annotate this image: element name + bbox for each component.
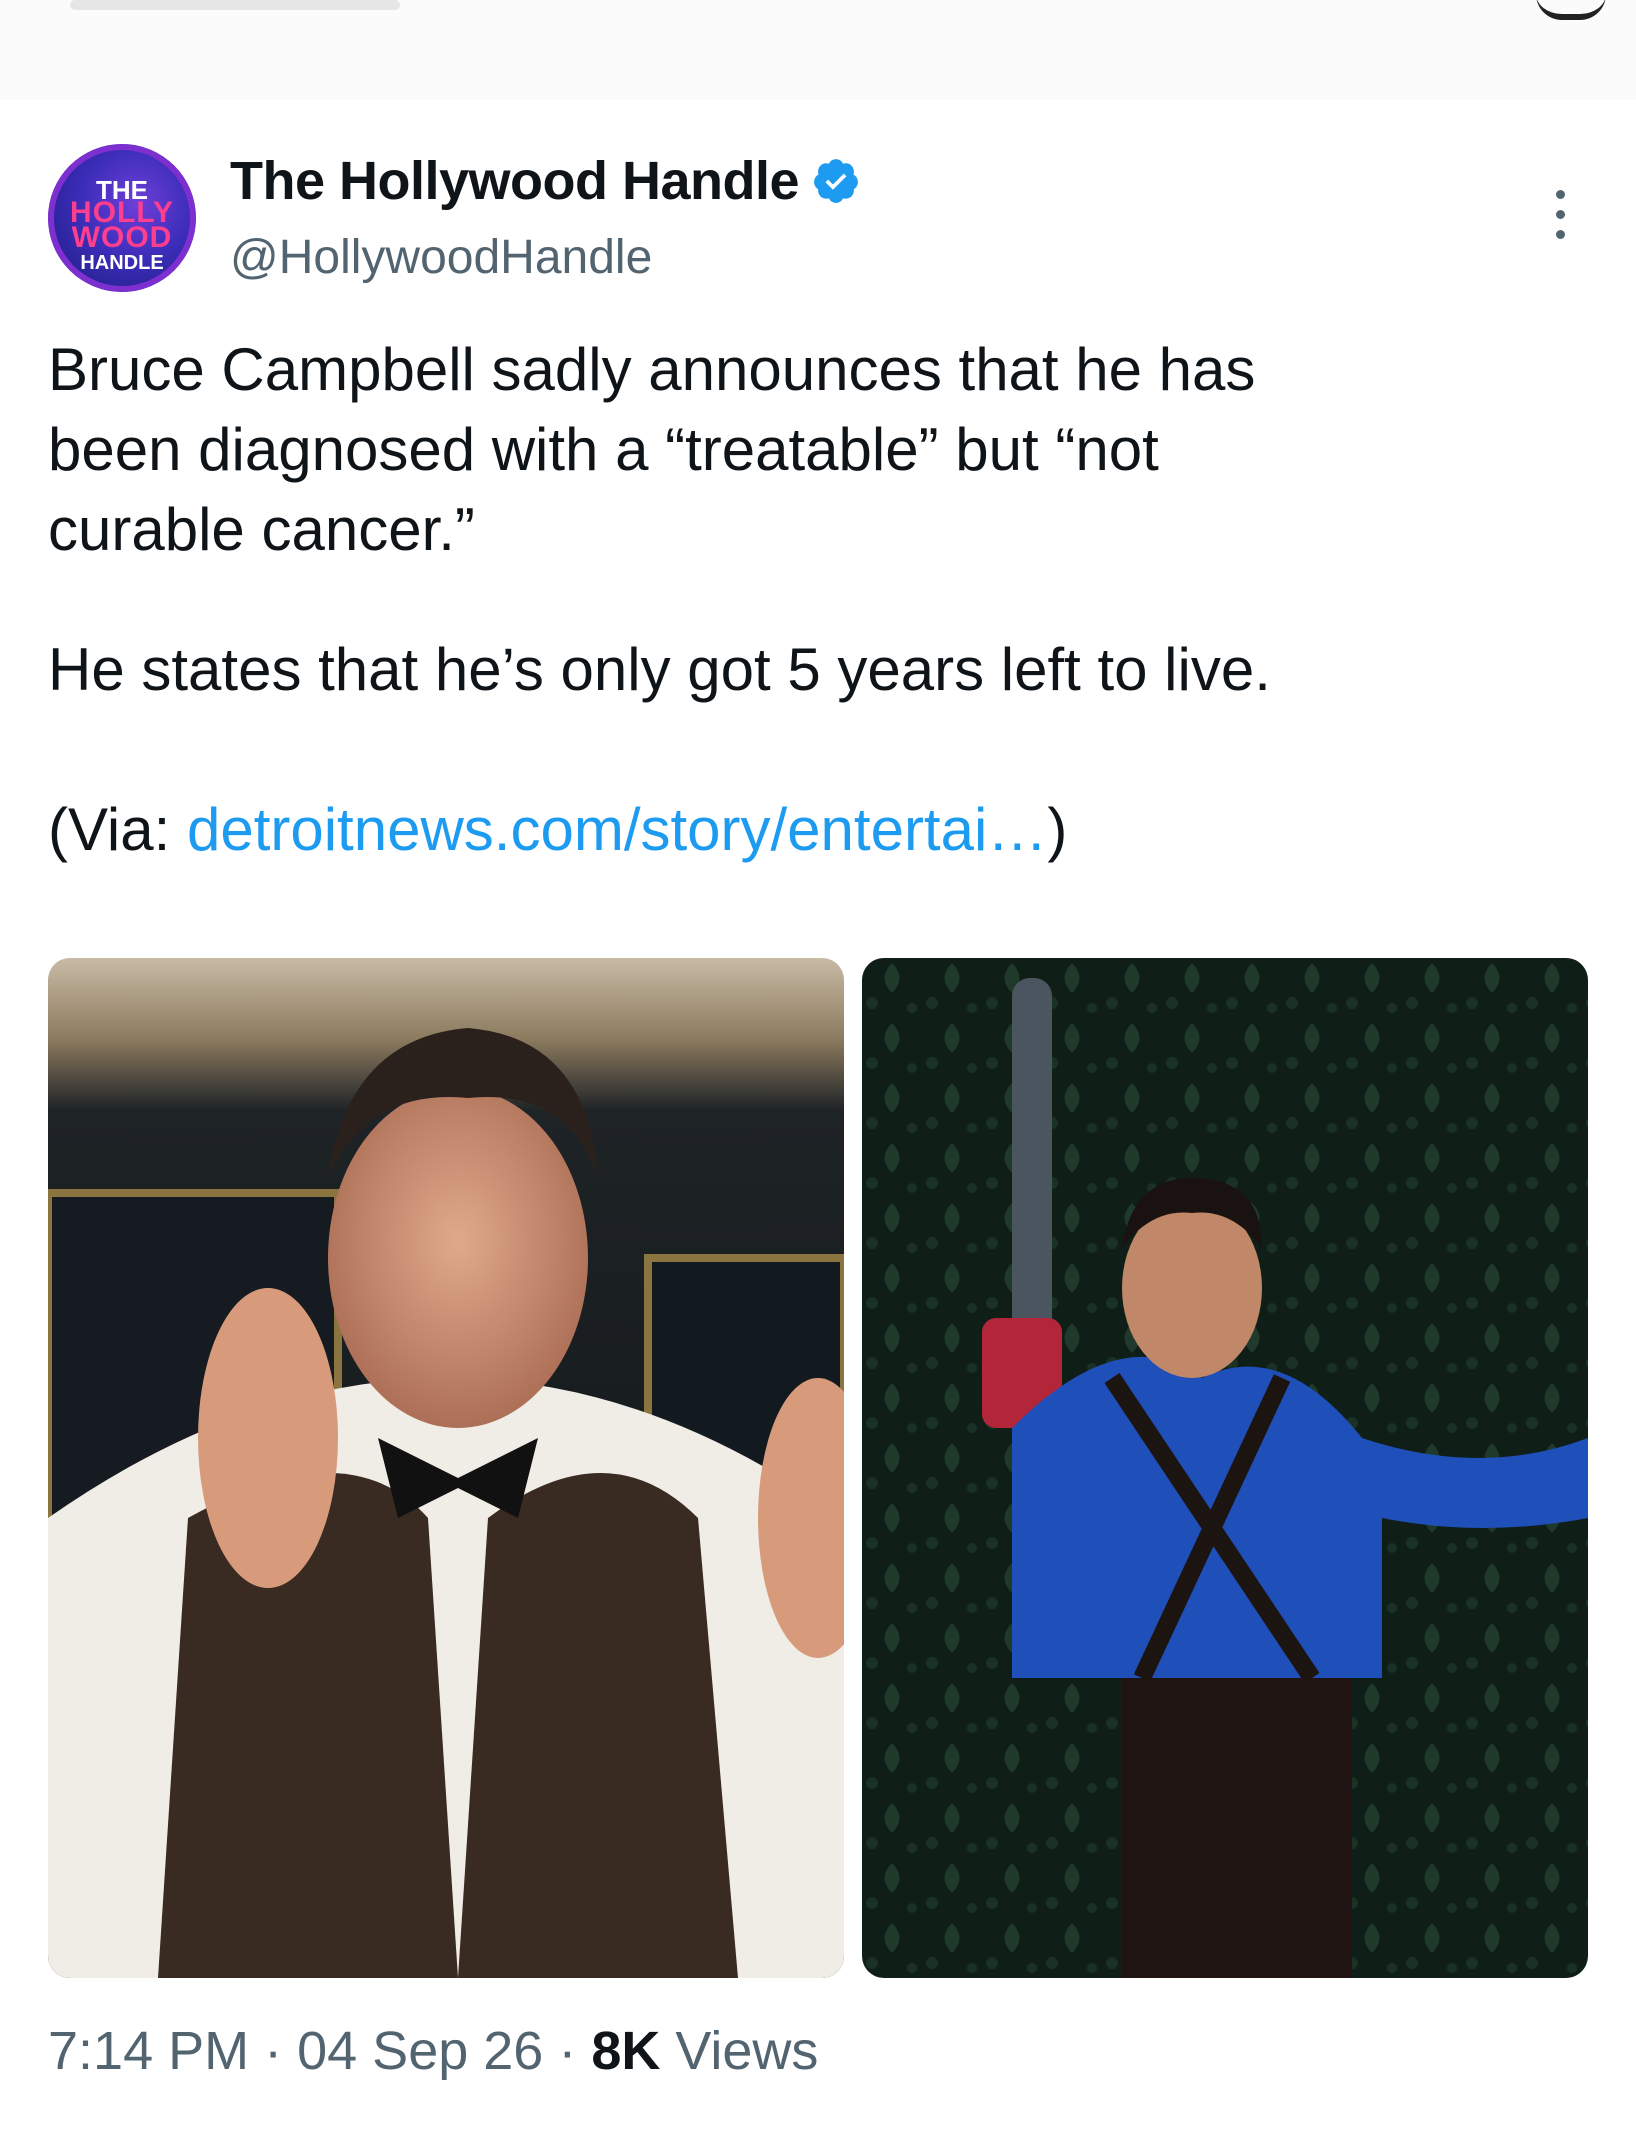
more-options-icon[interactable] <box>1550 190 1570 250</box>
via-suffix: ) <box>1047 796 1068 863</box>
avatar-logo-line4: HANDLE <box>80 251 164 274</box>
media-photo-right[interactable] <box>862 958 1588 1978</box>
views-count[interactable]: 8K <box>591 2021 660 2081</box>
more-dot <box>1555 230 1565 239</box>
footer-separator: · <box>249 2021 298 2081</box>
top-bar-strip <box>0 0 1636 100</box>
avatar-logo-line3: WOOD <box>71 220 173 254</box>
views-label: Views <box>660 2021 819 2081</box>
avatar[interactable]: THE HOLLY WOOD HANDLE <box>48 144 196 292</box>
more-dot <box>1555 190 1565 199</box>
via-link[interactable]: detroitnews.com/story/entertai… <box>187 796 1047 863</box>
media-photo-left[interactable] <box>48 958 844 1978</box>
name-row: The Hollywood Handle <box>230 150 861 212</box>
avatar-logo: THE HOLLY WOOD HANDLE <box>48 177 196 274</box>
verified-badge-icon <box>811 156 861 206</box>
top-right-icon[interactable] <box>1536 0 1606 20</box>
tweet-media <box>48 958 1588 1978</box>
tweet-header: THE HOLLY WOOD HANDLE The Hollywood Hand… <box>48 140 1588 300</box>
tweet-via-line: (Via: detroitnews.com/story/entertai…) <box>48 790 1588 870</box>
display-name[interactable]: The Hollywood Handle <box>230 150 800 212</box>
tweet-paragraph-1: Bruce Campbell sadly announces that he h… <box>48 336 1256 563</box>
footer-separator: · <box>543 2021 592 2081</box>
user-handle[interactable]: @HollywoodHandle <box>230 230 652 285</box>
tweet-text: Bruce Campbell sadly announces that he h… <box>48 330 1588 863</box>
tweet-date[interactable]: 04 Sep 26 <box>297 2021 543 2081</box>
via-prefix: (Via: <box>48 796 187 863</box>
top-bar-blur <box>70 0 400 10</box>
tweet-footer: 7:14 PM · 04 Sep 26 · 8K Views <box>48 2020 818 2082</box>
tweet-paragraph-2: He states that he’s only got 5 years lef… <box>48 636 1271 703</box>
more-dot <box>1555 210 1565 219</box>
tweet-time[interactable]: 7:14 PM <box>48 2021 249 2081</box>
tweet[interactable]: THE HOLLY WOOD HANDLE The Hollywood Hand… <box>48 140 1588 2081</box>
